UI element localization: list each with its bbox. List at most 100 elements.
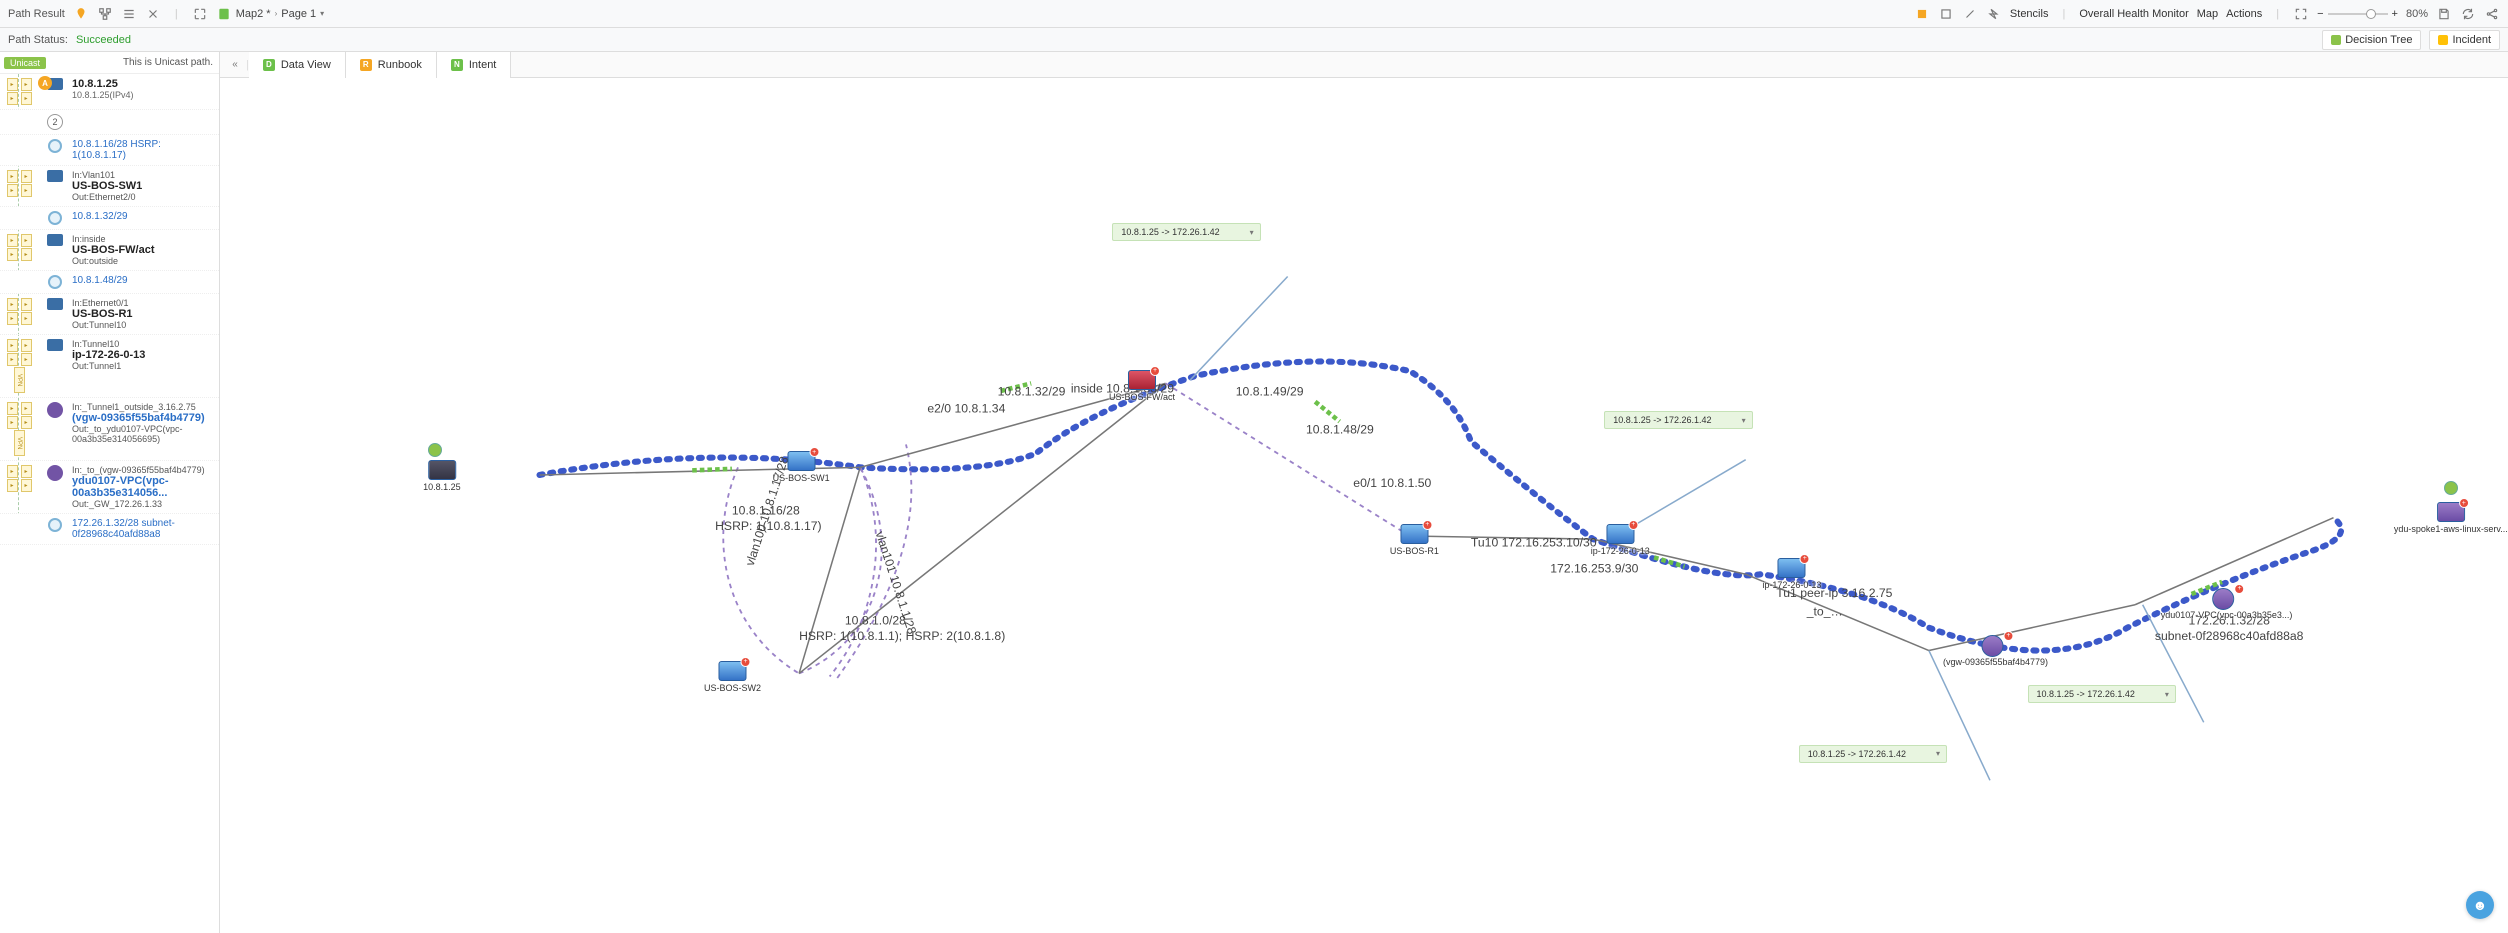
strip-icon[interactable]: ▸ <box>7 339 18 352</box>
hop-item[interactable]: 172.26.1.32/28 subnet-0f28968c40afd88a8 <box>0 514 219 545</box>
unicast-message: This is Unicast path. <box>46 57 219 68</box>
node-dst[interactable]: + ydu-spoke1-aws-linux-serv... <box>2394 502 2508 534</box>
stencils-button[interactable]: Stencils <box>2010 8 2049 20</box>
tab-intent[interactable]: NIntent <box>437 52 512 78</box>
square-orange-icon[interactable] <box>1914 6 1930 22</box>
hierarchy-icon[interactable] <box>97 6 113 22</box>
strip-icon[interactable]: ▸ <box>21 298 32 311</box>
strip-icon[interactable]: ▸ <box>21 78 32 91</box>
zoom-out-icon[interactable]: − <box>2317 8 2323 20</box>
hop-item[interactable]: 10.8.1.48/29 <box>0 271 219 294</box>
refresh-icon[interactable] <box>2460 6 2476 22</box>
hop-item[interactable]: 10.8.1.32/29 <box>0 207 219 230</box>
incident-icon <box>2438 35 2448 45</box>
strip-icon[interactable]: ▸ <box>21 479 32 492</box>
callout-1[interactable]: 10.8.1.25 -> 172.26.1.42▾ <box>1112 223 1260 241</box>
page-name[interactable]: Page 1 <box>281 8 316 20</box>
strip-icon[interactable]: ▸ <box>7 184 18 197</box>
strip-icon[interactable]: ▸ <box>21 312 32 325</box>
hop-item[interactable]: ▸▸▸▸In:Ethernet0/1US-BOS-R1Out:Tunnel10 <box>0 294 219 335</box>
node-source[interactable]: 10.8.1.25 <box>423 460 461 492</box>
zoom-slider[interactable]: − + <box>2317 8 2398 20</box>
hop-item[interactable]: 10.8.1.16/28 HSRP: 1(10.8.1.17) <box>0 135 219 166</box>
strip-icon[interactable]: ▸ <box>7 170 18 183</box>
strip-icon[interactable]: ▸ <box>21 92 32 105</box>
strip-icon[interactable]: ▸ <box>21 416 32 429</box>
node-sw1[interactable]: + US-BOS-SW1 <box>773 451 830 483</box>
strip-icon[interactable]: ▸ <box>7 479 18 492</box>
incident-button[interactable]: Incident <box>2429 30 2500 50</box>
hop-item[interactable]: ▸▸▸▸VPNIn:Tunnel10ip-172-26-0-13Out:Tunn… <box>0 335 219 398</box>
node-r1[interactable]: + US-BOS-R1 <box>1390 524 1439 556</box>
hop-device-icon <box>42 518 68 532</box>
hop-item[interactable]: ▸▸▸▸VPNIn:_Tunnel1_outside_3.16.2.75(vgw… <box>0 398 219 461</box>
strip-icon[interactable]: ▸ <box>7 465 18 478</box>
hop-item[interactable]: ▸▸▸▸A10.8.1.2510.8.1.25(IPv4) <box>0 74 219 110</box>
callout-4[interactable]: 10.8.1.25 -> 172.26.1.42▾ <box>2028 685 2176 703</box>
close-icon[interactable] <box>145 6 161 22</box>
strip-icon[interactable]: ▸ <box>7 353 18 366</box>
main-tabs: « | DData View RRunbook NIntent <box>220 52 2508 78</box>
hop-item[interactable]: ▸▸▸▸In:_to_(vgw-09365f55baf4b4779)ydu010… <box>0 461 219 514</box>
strip-icon[interactable]: ▸ <box>7 92 18 105</box>
strip-icon[interactable]: ▸ <box>21 402 32 415</box>
expand-icon[interactable] <box>192 6 208 22</box>
link-label: 10.8.1.48/29 <box>1306 423 1374 437</box>
zoom-in-icon[interactable]: + <box>2392 8 2398 20</box>
save-icon[interactable] <box>2436 6 2452 22</box>
share-icon[interactable] <box>2484 6 2500 22</box>
hop-device-icon <box>42 211 68 225</box>
strip-icon[interactable]: ▸ <box>21 339 32 352</box>
chevron-down-icon[interactable]: ▾ <box>1742 416 1746 425</box>
map-name[interactable]: Map2 * <box>236 8 271 20</box>
alert-icon: + <box>809 447 819 457</box>
strip-icon[interactable]: ▸ <box>21 170 32 183</box>
square-outline-icon[interactable] <box>1938 6 1954 22</box>
link-label: 10.8.1.32/29 <box>998 385 1066 399</box>
node-ip172b[interactable]: + ip-172-26-0-13 <box>1762 558 1821 590</box>
diagonal-icon[interactable] <box>1962 6 1978 22</box>
strip-icon[interactable]: ▸ <box>7 402 18 415</box>
strip-icon[interactable]: ▸ <box>7 416 18 429</box>
strip-icon[interactable]: ▸ <box>21 234 32 247</box>
strip-icon[interactable]: ▸ <box>7 78 18 91</box>
actions-button[interactable]: Actions <box>2226 8 2262 20</box>
node-sw2[interactable]: + US-BOS-SW2 <box>704 661 761 693</box>
chevron-down-icon[interactable]: ▾ <box>1250 228 1254 237</box>
topology-svg: 10.8.1.16/28 HSRP: 1(10.8.1.17) e2/0 10.… <box>220 78 2508 933</box>
hop-item[interactable]: ▸▸▸▸In:Vlan101US-BOS-SW1Out:Ethernet2/0 <box>0 166 219 207</box>
strip-icon[interactable]: ▸ <box>7 312 18 325</box>
fit-icon[interactable] <box>2293 6 2309 22</box>
strip-icon[interactable]: ▸ <box>21 184 32 197</box>
chevron-down-icon[interactable]: ▾ <box>2165 690 2169 699</box>
strip-icon[interactable]: ▸ <box>21 248 32 261</box>
node-fw[interactable]: + US-BOS-FW/act <box>1109 370 1175 402</box>
collapse-tabs-icon[interactable]: « <box>224 59 246 70</box>
map-button[interactable]: Map <box>2197 8 2218 20</box>
strip-icon[interactable]: ▸ <box>7 248 18 261</box>
bolt-icon[interactable] <box>1986 6 2002 22</box>
chevron-down-icon[interactable]: ▾ <box>1936 749 1940 758</box>
link-label: 172.16.253.9/30 <box>1550 562 1638 576</box>
ohm-button[interactable]: Overall Health Monitor <box>2079 8 2188 20</box>
callout-3[interactable]: 10.8.1.25 -> 172.26.1.42▾ <box>1799 745 1947 763</box>
strip-icon[interactable]: ▸ <box>7 234 18 247</box>
strip-icon[interactable]: ▸ <box>21 353 32 366</box>
location-icon[interactable] <box>73 6 89 22</box>
list-icon[interactable] <box>121 6 137 22</box>
hop-item[interactable]: 2 <box>0 110 219 135</box>
strip-icon[interactable]: ▸ <box>21 465 32 478</box>
hop-device-icon <box>42 339 68 351</box>
strip-icon[interactable]: ▸ <box>7 298 18 311</box>
tab-runbook[interactable]: RRunbook <box>346 52 437 78</box>
node-vgw[interactable]: + (vgw-09365f55baf4b4779) <box>1943 635 2048 667</box>
node-ip172[interactable]: + ip-172-26-0-13 <box>1591 524 1650 556</box>
callout-2[interactable]: 10.8.1.25 -> 172.26.1.42▾ <box>1604 411 1752 429</box>
chevron-down-icon[interactable]: ▾ <box>320 9 324 18</box>
node-vpc[interactable]: + ydu0107-VPC(vpc-00a3b35e3...) <box>2161 588 2293 620</box>
topology-canvas[interactable]: 10.8.1.16/28 HSRP: 1(10.8.1.17) e2/0 10.… <box>220 78 2508 933</box>
decision-tree-button[interactable]: Decision Tree <box>2322 30 2421 50</box>
hop-item[interactable]: ▸▸▸▸In:insideUS-BOS-FW/actOut:outside <box>0 230 219 271</box>
tab-data-view[interactable]: DData View <box>249 52 346 78</box>
help-fab[interactable]: ☻ <box>2466 891 2494 919</box>
